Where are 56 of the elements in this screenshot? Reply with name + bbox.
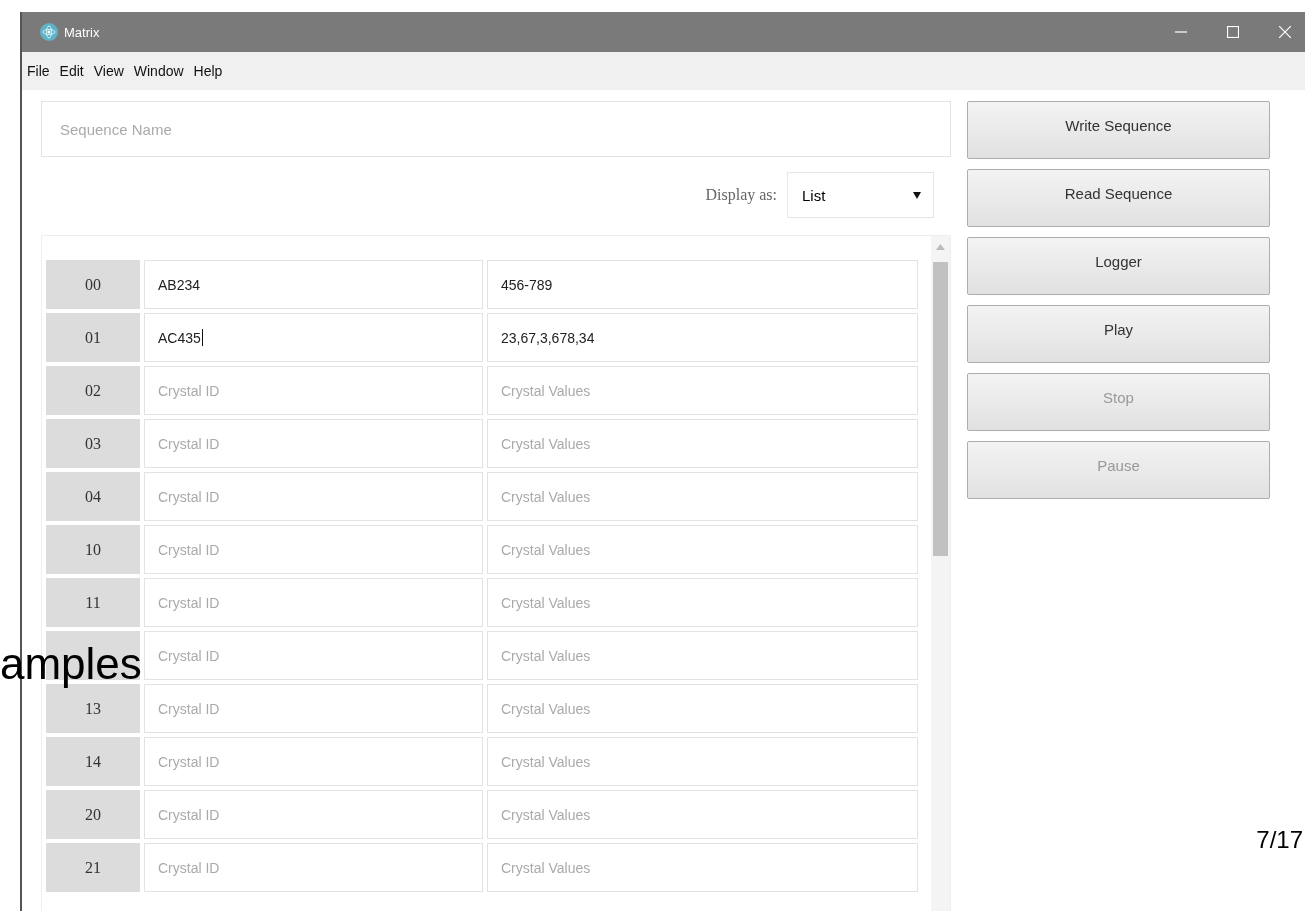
crystal-values-field[interactable]: Crystal Values (487, 525, 918, 574)
crystal-values-field[interactable]: 23,67,3,678,34 (487, 313, 918, 362)
row-number: 02 (85, 381, 101, 400)
row-number: 04 (85, 487, 101, 506)
crystal-id-field[interactable]: Crystal ID (144, 366, 483, 415)
crystal-values-field[interactable]: Crystal Values (487, 737, 918, 786)
scrollbar[interactable] (931, 236, 950, 911)
crystal-id-field[interactable]: Crystal ID (144, 843, 483, 892)
crystal-values-field[interactable]: Crystal Values (487, 419, 918, 468)
scroll-up-icon[interactable] (936, 244, 945, 250)
row-number: 10 (85, 540, 101, 559)
crystal-id-field[interactable]: Crystal ID (144, 684, 483, 733)
row-number: 00 (85, 275, 101, 294)
row-number: 13 (85, 699, 101, 718)
app-logo-icon (40, 23, 58, 41)
crystal-values-field[interactable]: Crystal Values (487, 684, 918, 733)
action-button[interactable]: Logger (967, 237, 1270, 295)
crystal-values-field[interactable]: 456-789 (487, 260, 918, 309)
row-number: 20 (85, 805, 101, 824)
crystal-id-field[interactable]: AC435 (144, 313, 483, 362)
menu-item[interactable]: Window (128, 63, 189, 79)
action-button[interactable]: Write Sequence (967, 101, 1270, 159)
crystal-id-field[interactable]: Crystal ID (144, 631, 483, 680)
row-number: 14 (85, 752, 101, 771)
crystal-values-field[interactable]: Crystal Values (487, 366, 918, 415)
crystal-id-field[interactable]: Crystal ID (144, 790, 483, 839)
menu-item[interactable]: Edit (54, 63, 89, 79)
display-as-label: Display as: (705, 186, 777, 204)
action-button[interactable]: Play (967, 305, 1270, 363)
page-number: 7/17 (1256, 826, 1303, 854)
crystal-id-field[interactable]: AB234 (144, 260, 483, 309)
menu-item[interactable]: File (22, 63, 55, 79)
row-number: 21 (85, 858, 101, 877)
crystal-values-field[interactable]: Crystal Values (487, 631, 918, 680)
action-button[interactable]: Read Sequence (967, 169, 1270, 227)
crystal-id-field[interactable]: Crystal ID (144, 525, 483, 574)
close-icon[interactable] (1279, 26, 1291, 38)
sequence-name-field[interactable]: Sequence Name (41, 101, 951, 157)
dropdown-arrow-icon (913, 191, 921, 199)
menu-item[interactable]: View (88, 63, 129, 79)
row-number: 11 (85, 593, 101, 612)
crystal-values-field[interactable]: Crystal Values (487, 472, 918, 521)
row-number: 03 (85, 434, 101, 453)
crystal-values-field[interactable]: Crystal Values (487, 843, 918, 892)
crystal-values-field[interactable]: Crystal Values (487, 790, 918, 839)
crystal-values-field[interactable]: Crystal Values (487, 578, 918, 627)
crystal-id-field[interactable]: Crystal ID (144, 578, 483, 627)
crystal-id-field[interactable]: Crystal ID (144, 472, 483, 521)
window-title: Matrix (64, 24, 100, 40)
scrollbar-thumb[interactable] (933, 262, 948, 556)
display-as-dropdown[interactable]: List (787, 172, 934, 218)
row-number: 01 (85, 328, 101, 347)
menu-item[interactable]: Help (188, 63, 228, 79)
crystal-id-field[interactable]: Crystal ID (144, 419, 483, 468)
crystal-id-field[interactable]: Crystal ID (144, 737, 483, 786)
maximize-icon[interactable] (1227, 26, 1239, 38)
